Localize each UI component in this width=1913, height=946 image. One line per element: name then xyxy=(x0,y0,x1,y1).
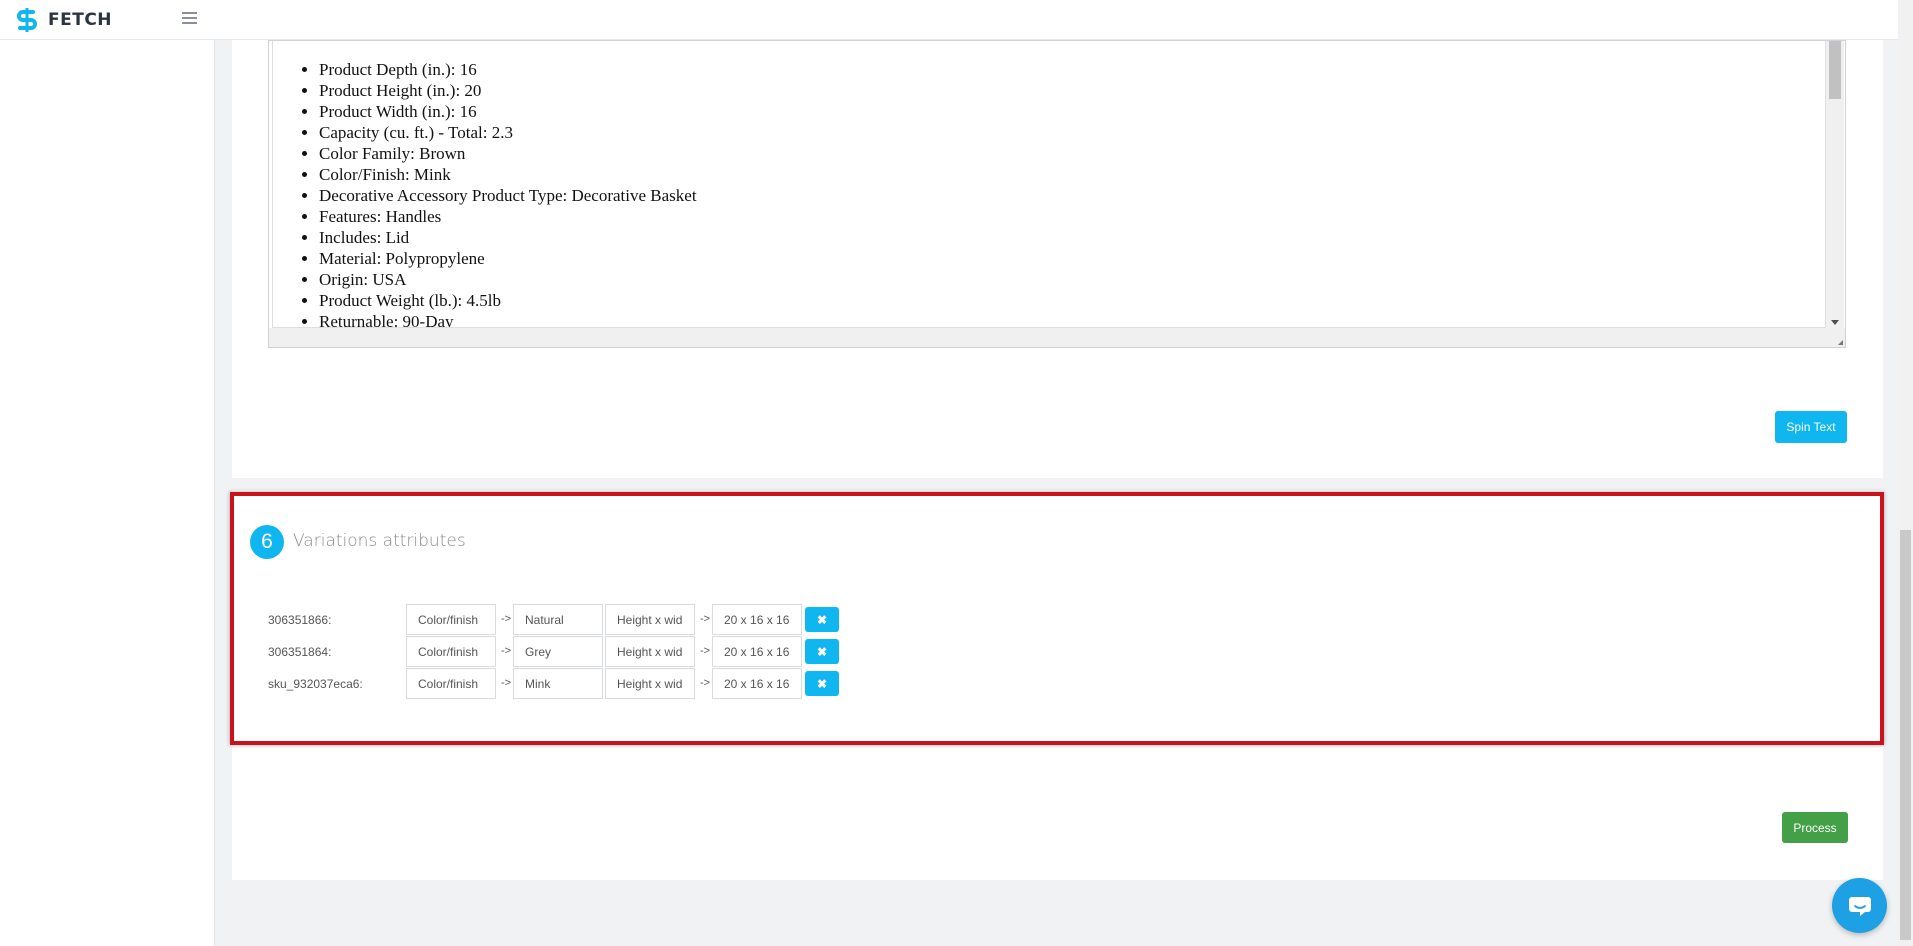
editor-scrollbar[interactable] xyxy=(1826,41,1844,328)
description-item: Returnable: 90-Day xyxy=(319,311,1825,327)
description-list: Product Depth (in.): 16Product Height (i… xyxy=(319,59,1825,327)
top-bar: FETCH xyxy=(0,0,1898,40)
attribute-name-field[interactable]: Height x wid xyxy=(605,636,695,667)
description-item: Product Depth (in.): 16 xyxy=(319,59,1825,80)
attribute-name-field[interactable]: Color/finish xyxy=(406,668,496,699)
attribute-value-field[interactable]: Natural xyxy=(513,604,603,635)
description-content[interactable]: Product Depth (in.): 16Product Height (i… xyxy=(272,41,1826,328)
close-x-icon: ✖ xyxy=(816,676,828,691)
attribute-value-field[interactable]: 20 x 16 x 16 xyxy=(712,604,802,635)
close-x-icon: ✖ xyxy=(816,612,828,627)
chat-icon-glyph xyxy=(1848,896,1871,916)
editor-scrollbar-thumb[interactable] xyxy=(1829,41,1841,99)
description-item: Material: Polypropylene xyxy=(319,248,1825,269)
attribute-value-field[interactable]: 20 x 16 x 16 xyxy=(712,668,802,699)
description-editor[interactable]: Product Depth (in.): 16Product Height (i… xyxy=(268,40,1846,348)
variation-sku: 306351864: xyxy=(268,645,332,659)
spin-text-button[interactable]: Spin Text xyxy=(1775,411,1847,443)
process-button[interactable]: Process xyxy=(1782,812,1848,843)
mapping-arrow: -> xyxy=(699,677,711,689)
attribute-value-field[interactable]: Grey xyxy=(513,636,603,667)
variation-sku: sku_932037eca6: xyxy=(268,677,363,691)
description-item: Color Family: Brown xyxy=(319,143,1825,164)
attribute-name-field[interactable]: Color/finish xyxy=(406,604,496,635)
variations-title: Variations attributes xyxy=(293,531,466,551)
sidebar xyxy=(0,0,215,946)
attribute-value-field[interactable]: 20 x 16 x 16 xyxy=(712,636,802,667)
description-item: Product Width (in.): 16 xyxy=(319,101,1825,122)
resize-handle-icon[interactable] xyxy=(1838,340,1843,345)
mapping-arrow: -> xyxy=(699,613,711,625)
remove-variation-button[interactable]: ✖ xyxy=(805,671,839,696)
mapping-arrow: -> xyxy=(699,645,711,657)
description-item: Product Weight (lb.): 4.5lb xyxy=(319,290,1825,311)
step-number-badge: 6 xyxy=(250,525,284,559)
logo[interactable]: FETCH xyxy=(14,7,112,33)
attribute-value-field[interactable]: Mink xyxy=(513,668,603,699)
attribute-name-field[interactable]: Height x wid xyxy=(605,604,695,635)
fetch-logo-icon xyxy=(17,8,37,32)
mapping-arrow: -> xyxy=(500,645,512,657)
description-item: Origin: USA xyxy=(319,269,1825,290)
description-item: Capacity (cu. ft.) - Total: 2.3 xyxy=(319,122,1825,143)
page-scrollbar-thumb[interactable] xyxy=(1900,530,1911,940)
remove-variation-button[interactable]: ✖ xyxy=(805,639,839,664)
close-x-icon: ✖ xyxy=(816,644,828,659)
mapping-arrow: -> xyxy=(500,677,512,689)
attribute-name-field[interactable]: Color/finish xyxy=(406,636,496,667)
page-scrollbar[interactable] xyxy=(1898,0,1913,946)
remove-variation-button[interactable]: ✖ xyxy=(805,607,839,632)
app-name: FETCH xyxy=(48,10,113,30)
description-item: Color/Finish: Mink xyxy=(319,164,1825,185)
mapping-arrow: -> xyxy=(500,613,512,625)
variation-sku: 306351866: xyxy=(268,613,332,627)
editor-statusbar xyxy=(269,328,1845,347)
description-item: Features: Handles xyxy=(319,206,1825,227)
hamburger-menu-icon[interactable] xyxy=(182,9,202,27)
description-item: Includes: Lid xyxy=(319,227,1825,248)
description-item: Decorative Accessory Product Type: Decor… xyxy=(319,185,1825,206)
chat-bubble-icon[interactable] xyxy=(1832,878,1887,933)
description-item: Product Height (in.): 20 xyxy=(319,80,1825,101)
scroll-down-arrow-icon[interactable] xyxy=(1831,320,1839,325)
attribute-name-field[interactable]: Height x wid xyxy=(605,668,695,699)
